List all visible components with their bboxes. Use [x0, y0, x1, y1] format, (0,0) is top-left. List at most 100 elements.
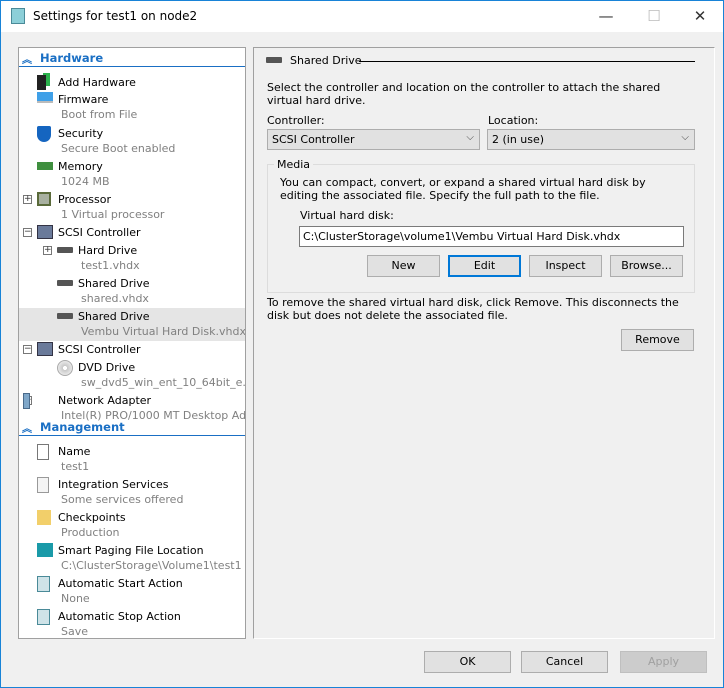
checkpoints-icon: [37, 510, 51, 525]
item-title: Security: [58, 127, 104, 140]
section-title: Management: [40, 420, 125, 434]
new-button[interactable]: New: [367, 255, 440, 277]
cancel-button[interactable]: Cancel: [521, 651, 608, 673]
ok-button[interactable]: OK: [424, 651, 511, 673]
remove-button[interactable]: Remove: [621, 329, 694, 351]
sidebar-item-processor[interactable]: + Processor 1 Virtual processor: [19, 191, 245, 224]
settings-window: Settings for test1 on node2 — ☐ ✕ ︽ Hardw…: [0, 0, 724, 688]
sidebar-item-scsi-controller[interactable]: − SCSI Controller: [19, 341, 245, 359]
sidebar-item-hard-drive[interactable]: + Hard Drive test1.vhdx: [19, 242, 245, 275]
expand-icon[interactable]: +: [23, 195, 32, 204]
chevron-down-icon: ⌵: [466, 132, 474, 143]
location-value: 2 (in use): [492, 133, 545, 146]
collapse-icon[interactable]: −: [23, 228, 32, 237]
item-subtitle: Boot from File: [61, 108, 138, 121]
firmware-icon: [37, 92, 53, 103]
collapse-chevron-icon[interactable]: ︽: [22, 420, 32, 435]
smart-paging-icon: [37, 543, 53, 557]
item-subtitle: 1024 MB: [61, 175, 110, 188]
item-subtitle: test1: [61, 460, 90, 473]
item-subtitle: Vembu Virtual Hard Disk.vhdx: [81, 325, 246, 338]
network-adapter-icon: [23, 393, 30, 409]
auto-stop-icon: [37, 609, 50, 625]
settings-app-icon: [11, 8, 25, 24]
edit-button[interactable]: Edit: [448, 255, 521, 277]
location-label: Location:: [488, 114, 539, 127]
heading-rule: [359, 61, 695, 62]
controller-label: Controller:: [267, 114, 325, 127]
sidebar-item-smart-paging-file-location[interactable]: Smart Paging File Location C:\ClusterStor…: [19, 542, 245, 575]
add-hardware-icon: [37, 75, 46, 90]
item-title: Processor: [58, 193, 111, 206]
item-title: Add Hardware: [58, 76, 136, 89]
dvd-icon: [57, 360, 73, 376]
item-title: Network Adapter: [58, 394, 152, 407]
hard-drive-icon: [57, 247, 73, 253]
item-subtitle: C:\ClusterStorage\Volume1\test1: [61, 559, 242, 572]
controller-select[interactable]: SCSI Controller ⌵: [267, 129, 480, 150]
item-title: SCSI Controller: [58, 343, 141, 356]
minimize-button[interactable]: —: [583, 1, 629, 32]
sidebar-item-integration-services[interactable]: Integration Services Some services offere…: [19, 476, 245, 509]
section-header-management[interactable]: ︽ Management: [19, 419, 245, 436]
sidebar-item-security[interactable]: Security Secure Boot enabled: [19, 125, 245, 158]
media-description: You can compact, convert, or expand a sh…: [280, 176, 646, 202]
sidebar-item-shared-drive[interactable]: Shared Drive shared.vhdx: [19, 275, 245, 308]
item-title: Automatic Stop Action: [58, 610, 181, 623]
chevron-down-icon: ⌵: [681, 132, 689, 143]
hard-drive-icon: [57, 280, 73, 286]
processor-icon: [37, 192, 51, 206]
item-title: SCSI Controller: [58, 226, 141, 239]
vhd-label: Virtual hard disk:: [300, 209, 394, 222]
sidebar-item-memory[interactable]: Memory 1024 MB: [19, 158, 245, 191]
sidebar-item-shared-drive[interactable]: Shared Drive Vembu Virtual Hard Disk.vhdx: [19, 308, 245, 341]
window-title: Settings for test1 on node2: [33, 9, 198, 23]
item-title: Hard Drive: [78, 244, 138, 257]
browse-button[interactable]: Browse...: [610, 255, 683, 277]
item-title: Memory: [58, 160, 103, 173]
item-title: Firmware: [58, 93, 109, 106]
item-subtitle: sw_dvd5_win_ent_10_64bit_e...: [81, 376, 246, 389]
item-title: Name: [58, 445, 91, 458]
scsi-controller-icon: [37, 225, 53, 239]
item-subtitle: test1.vhdx: [81, 259, 140, 272]
item-title: Smart Paging File Location: [58, 544, 204, 557]
close-button[interactable]: ✕: [677, 1, 723, 32]
name-icon: [37, 444, 49, 460]
item-subtitle: 1 Virtual processor: [61, 208, 165, 221]
auto-start-icon: [37, 576, 50, 592]
item-subtitle: None: [61, 592, 90, 605]
sidebar-item-automatic-stop-action[interactable]: Automatic Stop Action Save: [19, 608, 245, 638]
controller-value: SCSI Controller: [272, 133, 355, 146]
sidebar-item-scsi-controller[interactable]: − SCSI Controller: [19, 224, 245, 242]
item-title: Automatic Start Action: [58, 577, 183, 590]
hard-drive-icon: [57, 313, 73, 319]
sidebar-item-dvd-drive[interactable]: DVD Drive sw_dvd5_win_ent_10_64bit_e...: [19, 359, 245, 392]
collapse-chevron-icon[interactable]: ︽: [22, 51, 32, 66]
apply-button[interactable]: Apply: [620, 651, 707, 673]
item-title: Shared Drive: [78, 310, 150, 323]
sidebar-item-name[interactable]: Name test1: [19, 443, 245, 476]
inspect-button[interactable]: Inspect: [529, 255, 602, 277]
item-subtitle: Save: [61, 625, 89, 638]
sidebar-item-checkpoints[interactable]: Checkpoints Production: [19, 509, 245, 542]
maximize-button[interactable]: ☐: [631, 1, 677, 32]
item-subtitle: Secure Boot enabled: [61, 142, 176, 155]
title-bar: Settings for test1 on node2 — ☐ ✕: [1, 1, 723, 32]
integration-services-icon: [37, 477, 49, 493]
sidebar-item-firmware[interactable]: Firmware Boot from File: [19, 91, 245, 124]
sidebar-item-add-hardware[interactable]: Add Hardware: [19, 74, 245, 92]
section-header-hardware[interactable]: ︽ Hardware: [19, 50, 245, 67]
sidebar-item-automatic-start-action[interactable]: Automatic Start Action None: [19, 575, 245, 608]
vhd-path-input[interactable]: C:\ClusterStorage\volume1\Vembu Virtual …: [299, 226, 684, 247]
item-title: Shared Drive: [78, 277, 150, 290]
settings-tree[interactable]: ︽ Hardware Add Hardware Firmware Boot from F…: [18, 47, 246, 639]
scsi-controller-icon: [37, 342, 53, 356]
collapse-icon[interactable]: −: [23, 345, 32, 354]
expand-icon[interactable]: +: [43, 246, 52, 255]
panel-heading: Shared Drive: [290, 54, 362, 67]
item-subtitle: Some services offered: [61, 493, 184, 506]
location-select[interactable]: 2 (in use) ⌵: [487, 129, 695, 150]
item-title: Checkpoints: [58, 511, 126, 524]
shield-icon: [37, 126, 51, 142]
